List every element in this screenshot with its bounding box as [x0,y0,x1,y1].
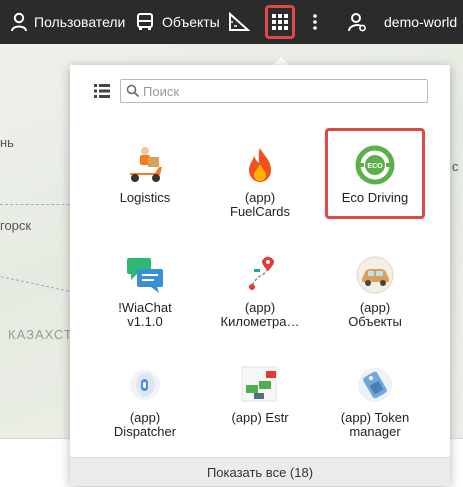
app-tile-fuelcards[interactable]: (app) FuelCards [210,145,310,219]
app-tile-label: !WiaChat v1.1.0 [118,300,172,329]
estr-flags-icon [240,365,280,405]
map-border-line [0,204,80,205]
map-label-city: нь [0,135,14,150]
user-icon [8,11,30,33]
list-view-icon [94,84,110,98]
map-border-line [0,276,75,293]
search-icon [126,84,140,98]
app-tile-label: (app) Token manager [340,410,410,439]
more-vertical-icon [313,14,317,30]
dispatcher-icon [125,365,165,405]
top-navigation-bar: Пользователи Объекты demo-world [0,0,463,44]
app-tile-token-manager[interactable]: (app) Token manager [325,365,425,439]
app-tile-label: (app) Объекты [348,300,402,329]
account-name: demo-world [384,14,458,30]
flame-icon [240,145,280,185]
chat-bubbles-icon [125,255,165,295]
apps-grid-button[interactable] [265,5,295,39]
token-tag-icon [355,365,395,405]
highlight-frame [325,128,425,219]
app-search-field[interactable] [120,79,428,103]
geofences-nav-item[interactable] [228,0,250,44]
app-tile-label: (app) Estr [231,410,289,425]
car-icon [355,255,395,295]
app-tile-label: (app) Dispatcher [113,410,177,439]
app-tile-dispatcher[interactable]: (app) Dispatcher [95,365,195,439]
map-label-city: горск [0,218,32,233]
search-input[interactable] [143,82,413,100]
delivery-scooter-icon [125,145,165,185]
show-all-button[interactable]: Показать все (18) [70,457,450,486]
map-label-country: КАЗАХСТ [8,327,73,342]
more-menu-button[interactable] [312,0,318,44]
app-tile-estr[interactable]: (app) Estr [210,365,310,425]
app-tile-kilometrazh[interactable]: (app) Километра… [210,255,310,329]
app-tile-label: (app) Километра… [220,300,300,329]
app-tile-label: (app) FuelCards [230,190,290,219]
users-nav-item[interactable]: Пользователи [8,0,125,44]
apps-dropdown-panel: Logistics (app) FuelCards ECO Eco Drivin… [70,65,450,486]
app-tile-objects[interactable]: (app) Объекты [325,255,425,329]
objects-nav-label: Объекты [162,14,220,30]
ruler-triangle-icon [228,11,250,33]
list-view-toggle[interactable] [94,83,110,99]
users-nav-label: Пользователи [34,14,126,30]
account-menu[interactable]: demo-world [346,0,457,44]
route-pins-icon [240,255,280,295]
app-tile-logistics[interactable]: Logistics [95,145,195,205]
bus-icon [134,11,156,33]
app-tile-label: Logistics [119,190,171,205]
objects-nav-item[interactable]: Объекты [134,0,220,44]
user-settings-icon [346,11,368,33]
app-tile-wiachat[interactable]: !WiaChat v1.1.0 [95,255,195,329]
apps-grid-icon [272,14,288,30]
map-label-edge: с [452,159,459,174]
